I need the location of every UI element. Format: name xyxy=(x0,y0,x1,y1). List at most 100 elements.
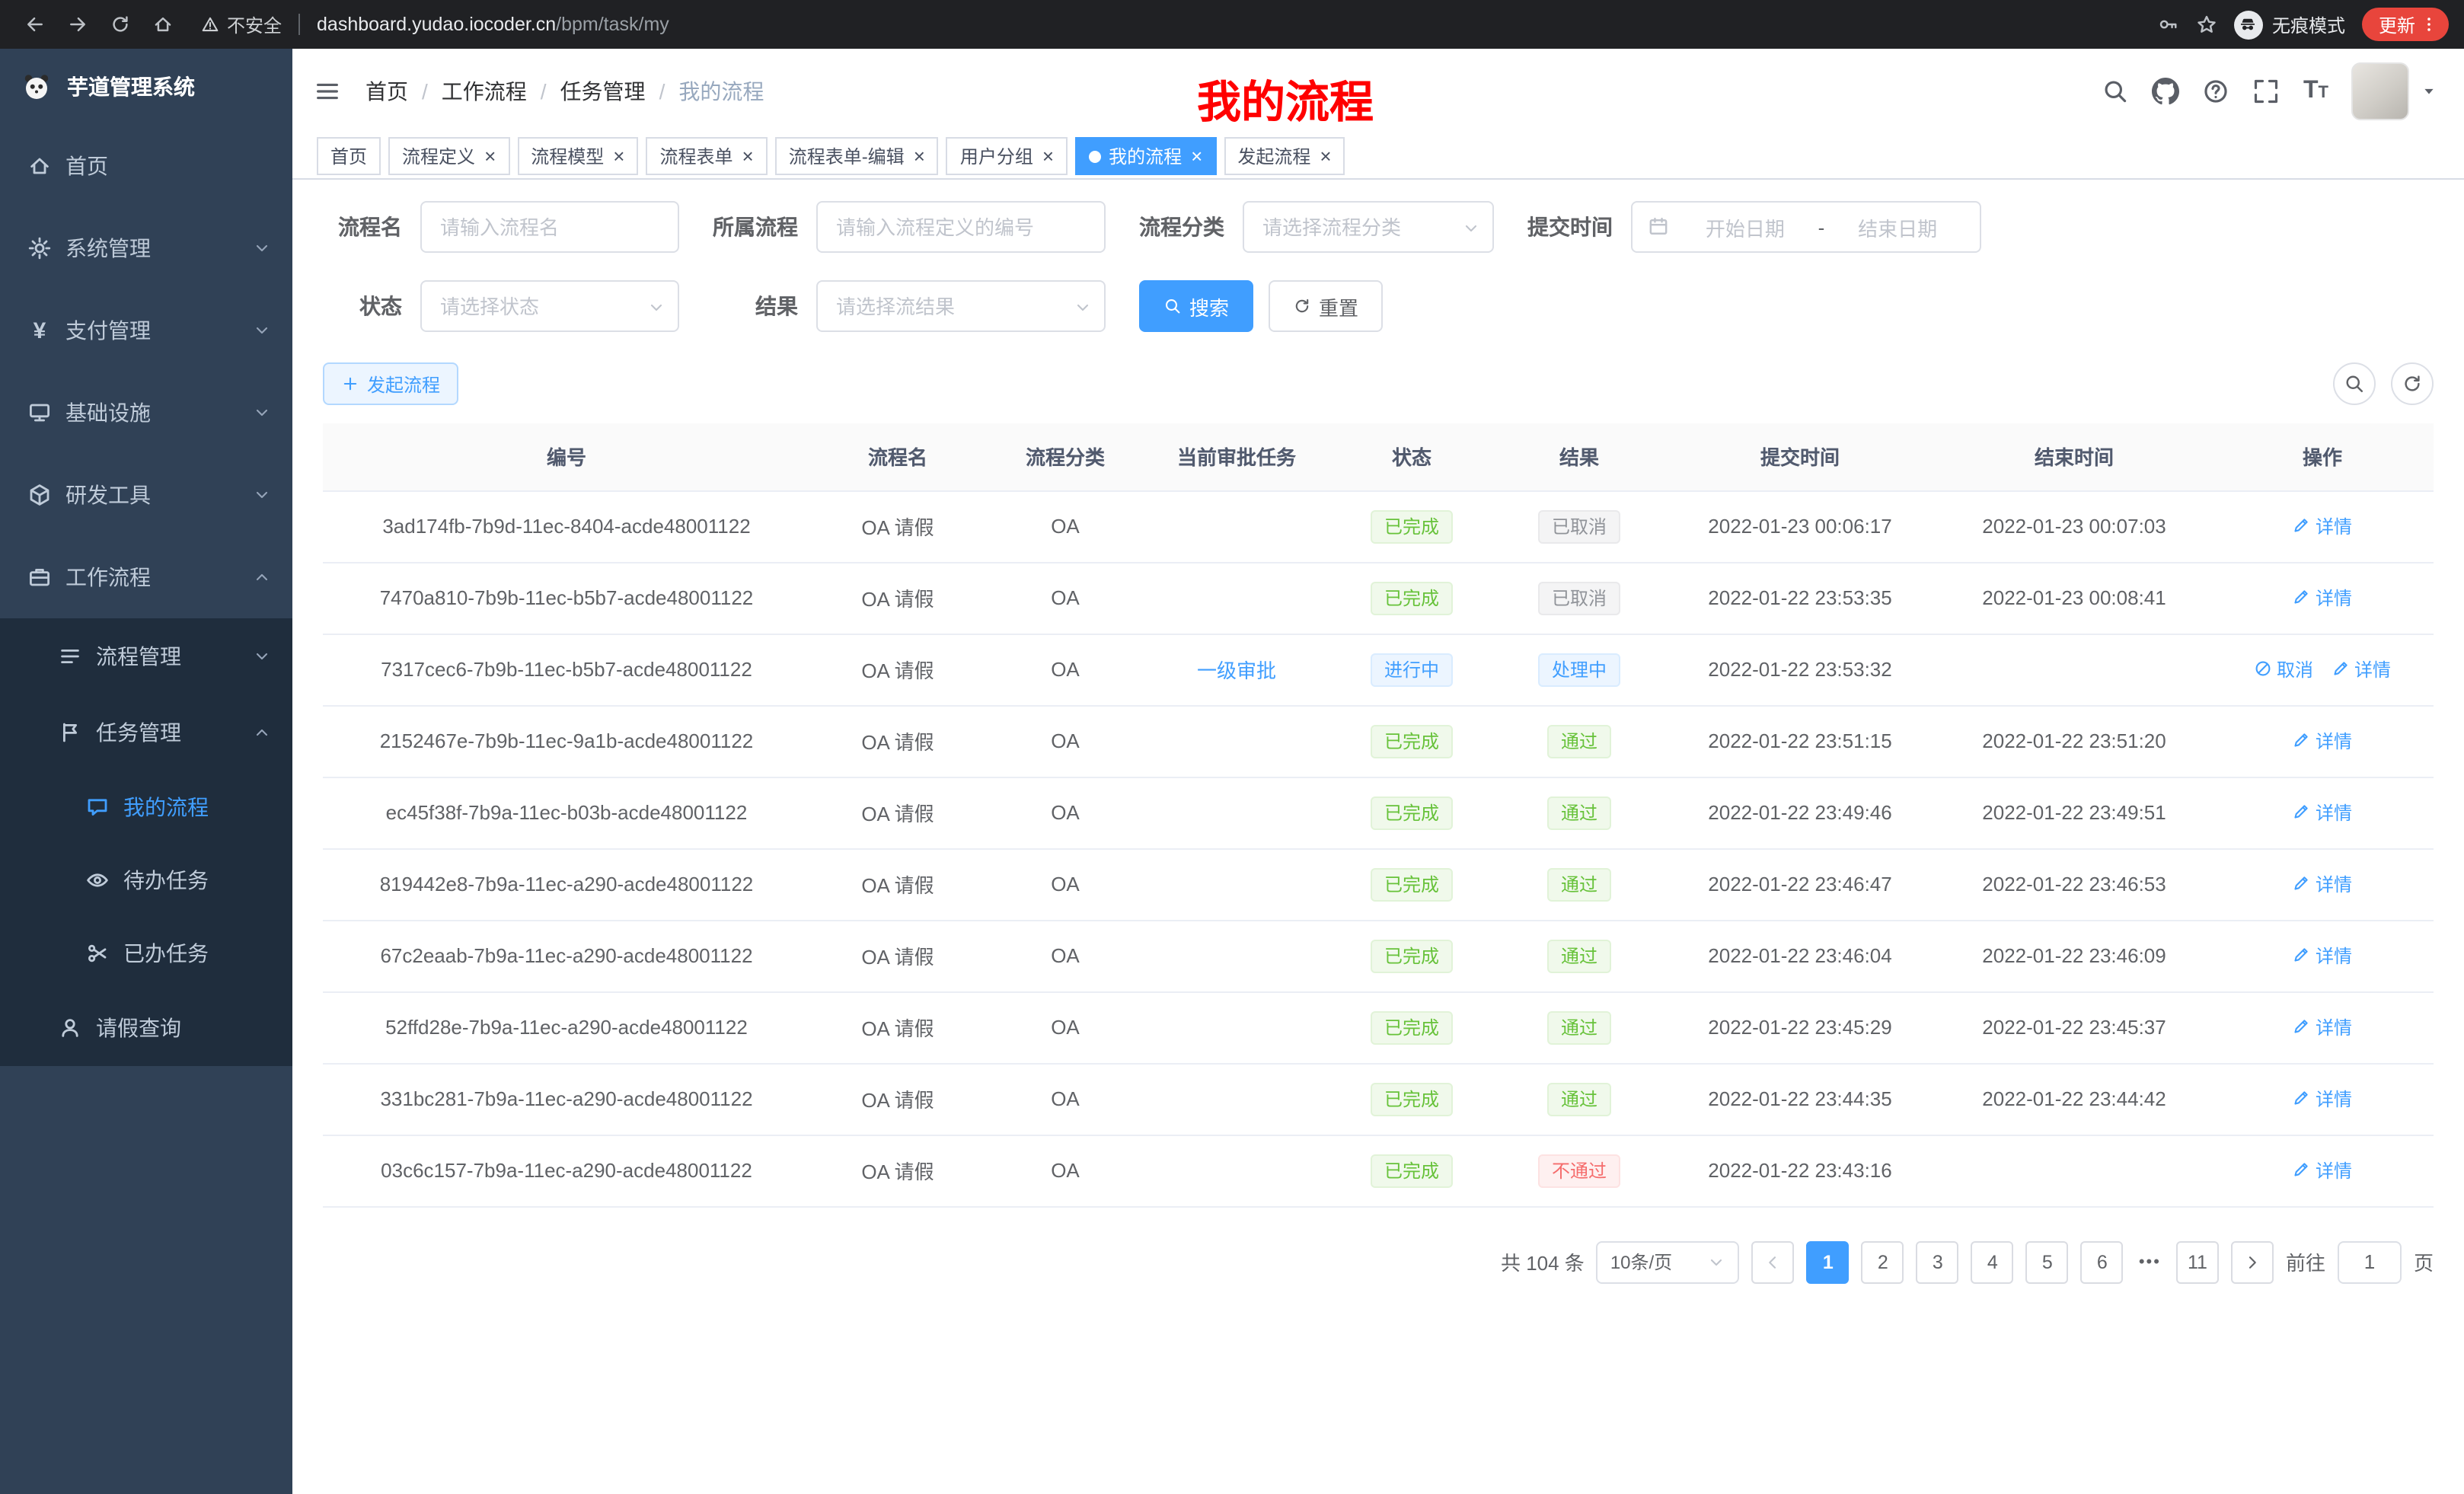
sidebar-item-payment-management[interactable]: ¥ 支付管理 xyxy=(0,289,292,372)
sidebar-item-done-tasks[interactable]: 已办任务 xyxy=(0,917,292,990)
toggle-search-button[interactable] xyxy=(2333,362,2376,405)
close-icon[interactable]: × xyxy=(613,146,624,166)
reload-button[interactable] xyxy=(101,5,140,44)
search-icon xyxy=(2344,373,2365,394)
update-button[interactable]: 更新 xyxy=(2362,8,2449,41)
tab-user-group[interactable]: 用户分组× xyxy=(946,137,1068,175)
detail-link[interactable]: 详情 xyxy=(2293,1157,2352,1183)
next-page-button[interactable] xyxy=(2231,1240,2274,1283)
start-date-placeholder[interactable]: 开始日期 xyxy=(1678,212,1812,241)
avatar[interactable] xyxy=(2351,62,2409,120)
goto-page-input[interactable] xyxy=(2338,1240,2402,1283)
bookmark-star-icon[interactable] xyxy=(2196,14,2217,35)
page-size-select[interactable]: 10条/页 xyxy=(1597,1240,1740,1283)
detail-link[interactable]: 详情 xyxy=(2293,1086,2352,1112)
tab-process-form[interactable]: 流程表单× xyxy=(646,137,767,175)
sidebar-item-task-management[interactable]: 任务管理 xyxy=(0,694,292,771)
sidebar-item-dev-tools[interactable]: 研发工具 xyxy=(0,454,292,536)
close-icon[interactable]: × xyxy=(1320,146,1331,166)
process-id-input[interactable] xyxy=(816,201,1106,253)
page-button-11[interactable]: 11 xyxy=(2176,1240,2219,1283)
fullscreen-icon[interactable] xyxy=(2253,78,2280,105)
url-divider xyxy=(298,14,300,35)
category-select-input[interactable] xyxy=(1244,203,1492,251)
password-key-icon[interactable] xyxy=(2158,14,2179,35)
detail-link[interactable]: 详情 xyxy=(2293,871,2352,897)
submit-time-range-picker[interactable]: 开始日期 - 结束日期 xyxy=(1631,201,1981,253)
page-button-4[interactable]: 4 xyxy=(1971,1240,2014,1283)
close-icon[interactable]: × xyxy=(1042,146,1054,166)
sidebar-item-leave-query[interactable]: 请假查询 xyxy=(0,990,292,1066)
tab-start-process[interactable]: 发起流程× xyxy=(1224,137,1345,175)
page-button-6[interactable]: 6 xyxy=(2081,1240,2124,1283)
cancel-label: 取消 xyxy=(2277,656,2313,682)
result-select-input[interactable] xyxy=(818,282,1104,330)
tab-my-process[interactable]: 我的流程× xyxy=(1075,137,1216,175)
chevron-right-icon xyxy=(2243,1253,2261,1271)
process-name-input[interactable] xyxy=(420,201,679,253)
help-icon[interactable] xyxy=(2203,78,2230,105)
header-search-icon[interactable] xyxy=(2102,78,2130,105)
detail-label: 详情 xyxy=(2316,1014,2352,1040)
page-button-1[interactable]: 1 xyxy=(1807,1240,1850,1283)
github-icon[interactable] xyxy=(2153,78,2180,105)
status-badge: 已完成 xyxy=(1371,581,1453,615)
tab-home[interactable]: 首页 xyxy=(317,137,381,175)
sidebar-item-my-process[interactable]: 我的流程 xyxy=(0,771,292,844)
back-button[interactable] xyxy=(15,5,55,44)
sidebar-item-infrastructure[interactable]: 基础设施 xyxy=(0,372,292,454)
page-button-5[interactable]: 5 xyxy=(2026,1240,2069,1283)
refresh-table-button[interactable] xyxy=(2391,362,2434,405)
result-select[interactable] xyxy=(816,280,1106,332)
address-bar[interactable]: dashboard.yudao.iocoder.cn/bpm/task/my xyxy=(317,14,669,35)
column-header-current-task: 当前审批任务 xyxy=(1145,423,1328,490)
filter-label-submit-time: 提交时间 xyxy=(1527,212,1613,242)
page-button-2[interactable]: 2 xyxy=(1862,1240,1904,1283)
create-process-button[interactable]: 发起流程 xyxy=(323,362,458,405)
hamburger-icon[interactable] xyxy=(314,78,341,105)
home-button[interactable] xyxy=(143,5,183,44)
tab-process-model[interactable]: 流程模型× xyxy=(517,137,638,175)
close-icon[interactable]: × xyxy=(484,146,496,166)
end-date-placeholder[interactable]: 结束日期 xyxy=(1830,212,1964,241)
reset-button[interactable]: 重置 xyxy=(1269,280,1383,332)
sidebar-item-process-management[interactable]: 流程管理 xyxy=(0,618,292,694)
sidebar-item-system-management[interactable]: 系统管理 xyxy=(0,207,292,289)
status-badge: 已完成 xyxy=(1371,509,1453,543)
cancel-link[interactable]: 取消 xyxy=(2254,656,2313,682)
sidebar-item-todo-tasks[interactable]: 待办任务 xyxy=(0,844,292,917)
detail-link[interactable]: 详情 xyxy=(2293,585,2352,611)
breadcrumb-item-task-management[interactable]: 任务管理 xyxy=(560,76,646,107)
breadcrumb-item-home[interactable]: 首页 xyxy=(365,76,408,107)
tab-process-form-edit[interactable]: 流程表单-编辑× xyxy=(775,137,939,175)
close-icon[interactable]: × xyxy=(742,146,754,166)
close-icon[interactable]: × xyxy=(1191,146,1202,166)
cell-submit-time: 2022-01-23 00:06:17 xyxy=(1663,490,1937,562)
cell-current-task xyxy=(1145,1063,1328,1135)
detail-link[interactable]: 详情 xyxy=(2293,943,2352,969)
avatar-caret-icon[interactable] xyxy=(2421,84,2437,99)
status-select-input[interactable] xyxy=(422,282,678,330)
site-security-chip[interactable]: 不安全 xyxy=(201,11,282,37)
sidebar-item-home[interactable]: 首页 xyxy=(0,125,292,207)
detail-label: 详情 xyxy=(2316,871,2352,897)
close-icon[interactable]: × xyxy=(914,146,925,166)
detail-link[interactable]: 详情 xyxy=(2293,728,2352,754)
detail-link[interactable]: 详情 xyxy=(2293,1014,2352,1040)
category-select[interactable] xyxy=(1243,201,1494,253)
page-ellipsis[interactable]: ••• xyxy=(2136,1253,2164,1271)
detail-link[interactable]: 详情 xyxy=(2293,800,2352,825)
page-button-3[interactable]: 3 xyxy=(1917,1240,1959,1283)
tab-process-definition[interactable]: 流程定义× xyxy=(388,137,509,175)
status-select[interactable] xyxy=(420,280,679,332)
prev-page-button[interactable] xyxy=(1752,1240,1795,1283)
search-button[interactable]: 搜索 xyxy=(1139,280,1253,332)
detail-link[interactable]: 详情 xyxy=(2332,656,2391,682)
detail-link[interactable]: 详情 xyxy=(2293,513,2352,539)
breadcrumb-item-workflow[interactable]: 工作流程 xyxy=(442,76,527,107)
forward-button[interactable] xyxy=(58,5,97,44)
current-task-link[interactable]: 一级审批 xyxy=(1197,659,1276,682)
sidebar-item-workflow[interactable]: 工作流程 xyxy=(0,536,292,618)
browser-menu-icon[interactable] xyxy=(2420,15,2438,34)
font-size-icon[interactable] xyxy=(2303,78,2328,105)
